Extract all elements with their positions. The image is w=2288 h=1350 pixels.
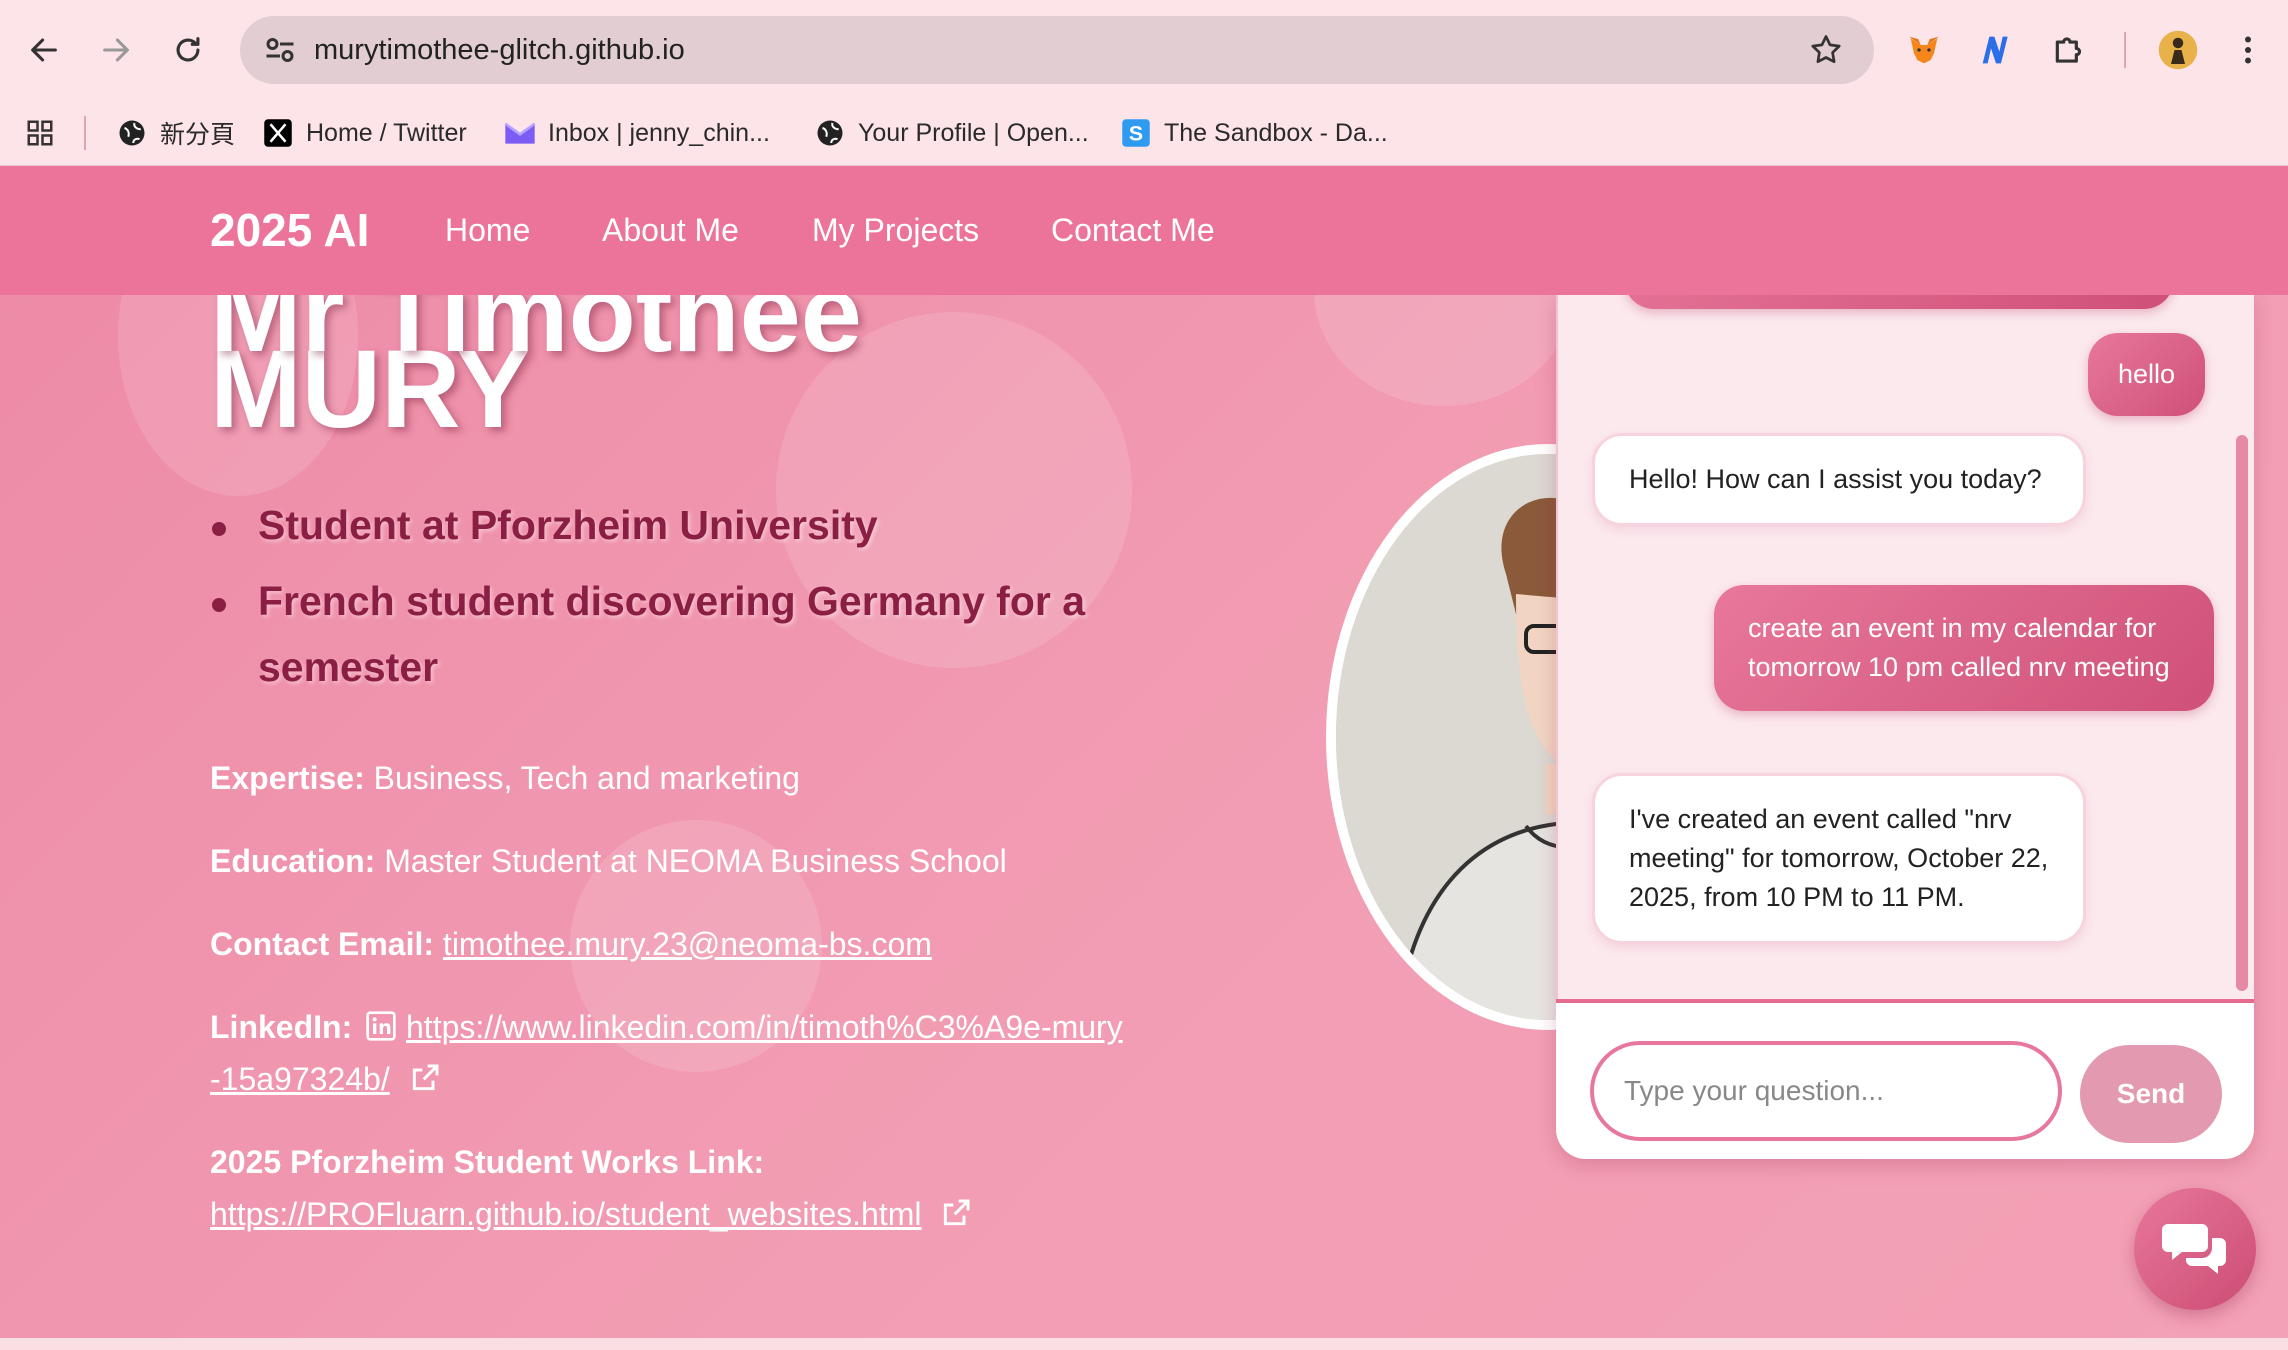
arrow-left-icon bbox=[31, 38, 57, 62]
chat-messages[interactable]: hello Hello! How can I assist you today?… bbox=[1556, 295, 2254, 999]
bookmark-label: Inbox | jenny_chin... bbox=[548, 118, 770, 147]
expertise-row: Expertise: Business, Tech and marketing bbox=[210, 752, 1110, 804]
x-logo-icon bbox=[262, 117, 294, 149]
works-row: 2025 Pforzheim Student Works Link: https… bbox=[210, 1136, 1130, 1240]
nav-my-projects[interactable]: My Projects bbox=[812, 166, 979, 295]
site-header: 2025 AI Home About Me My Projects Contac… bbox=[0, 166, 2288, 295]
external-link-icon[interactable] bbox=[409, 1062, 441, 1094]
chat-toggle-button[interactable] bbox=[2134, 1188, 2256, 1310]
reload-icon bbox=[176, 37, 200, 62]
chat-message-user: hello bbox=[2088, 333, 2206, 416]
works-label: 2025 Pforzheim Student Works Link: bbox=[210, 1144, 765, 1180]
window-bottom-edge bbox=[0, 1338, 2288, 1350]
metamask-icon[interactable] bbox=[1898, 24, 1950, 76]
linkedin-row: LinkedIn: https://www.linkedin.com/in/ti… bbox=[210, 1001, 1130, 1105]
chat-message-bot: Hello! How can I assist you today? bbox=[1592, 433, 2086, 526]
linkedin-label: LinkedIn: bbox=[210, 1009, 353, 1045]
bookmark-star-icon[interactable] bbox=[1808, 32, 1844, 68]
bookmark-item[interactable]: Your Profile | Open... bbox=[814, 100, 1089, 166]
chat-message-user: create an event in my calendar for tomor… bbox=[1714, 585, 2214, 711]
nav-home[interactable]: Home bbox=[445, 166, 530, 295]
puzzle-icon[interactable] bbox=[2044, 24, 2096, 76]
n-extension-icon[interactable] bbox=[1970, 24, 2022, 76]
bullet-item: Student at Pforzheim University bbox=[210, 492, 1140, 558]
browser-toolbar: murytimothee-glitch.github.io bbox=[0, 0, 2288, 100]
education-row: Education: Master Student at NEOMA Busin… bbox=[210, 835, 1110, 887]
globe-icon bbox=[116, 117, 148, 149]
linkedin-icon bbox=[366, 1011, 396, 1041]
expertise-value: Business, Tech and marketing bbox=[373, 760, 800, 796]
site-settings-icon[interactable] bbox=[262, 32, 298, 68]
chat-message-user bbox=[1624, 295, 2174, 309]
hero-bullets: Student at Pforzheim University French s… bbox=[210, 492, 1140, 710]
bookmark-item[interactable]: 新分頁 bbox=[116, 100, 235, 166]
mail-icon bbox=[504, 117, 536, 149]
bookmark-item[interactable]: S The Sandbox - Da... bbox=[1120, 100, 1388, 166]
toolbar-divider bbox=[2124, 32, 2126, 68]
forward-button[interactable] bbox=[86, 20, 146, 80]
profile-avatar[interactable] bbox=[2152, 24, 2204, 76]
arrow-right-icon bbox=[103, 38, 129, 62]
bookmark-label: The Sandbox - Da... bbox=[1164, 118, 1388, 147]
chat-message-bot: I've created an event called "nrv meetin… bbox=[1592, 773, 2086, 944]
svg-text:S: S bbox=[1129, 122, 1143, 146]
apps-grid-icon bbox=[24, 117, 56, 149]
email-label: Contact Email: bbox=[210, 926, 435, 962]
email-row: Contact Email: timothee.mury.23@neoma-bs… bbox=[210, 918, 1110, 970]
web-page: Mr Timothée MURY Student at Pforzheim Un… bbox=[0, 166, 2288, 1338]
bookmark-item[interactable]: Home / Twitter bbox=[262, 100, 467, 166]
bookmark-label: Home / Twitter bbox=[306, 118, 467, 147]
bookmarks-divider bbox=[84, 116, 86, 150]
chat-bubbles-icon bbox=[2162, 1224, 2226, 1274]
education-label: Education: bbox=[210, 843, 376, 879]
site-brand[interactable]: 2025 AI bbox=[210, 166, 369, 295]
bookmark-label: Your Profile | Open... bbox=[858, 118, 1089, 147]
education-value: Master Student at NEOMA Business School bbox=[384, 843, 1007, 879]
chat-divider bbox=[1556, 999, 2254, 1003]
external-link-icon[interactable] bbox=[940, 1197, 972, 1229]
bookmark-item[interactable]: Inbox | jenny_chin... bbox=[504, 100, 770, 166]
back-button[interactable] bbox=[14, 20, 74, 80]
url-text[interactable]: murytimothee-glitch.github.io bbox=[314, 16, 685, 84]
kebab-menu-icon[interactable] bbox=[2222, 24, 2274, 76]
nav-about-me[interactable]: About Me bbox=[602, 166, 739, 295]
apps-button[interactable] bbox=[24, 100, 56, 166]
nav-contact-me[interactable]: Contact Me bbox=[1051, 166, 1215, 295]
reload-button[interactable] bbox=[158, 20, 218, 80]
globe-icon bbox=[814, 117, 846, 149]
expertise-label: Expertise: bbox=[210, 760, 365, 796]
bookmark-label: 新分頁 bbox=[160, 121, 236, 149]
address-bar[interactable]: murytimothee-glitch.github.io bbox=[240, 16, 1874, 84]
chat-panel: hello Hello! How can I assist you today?… bbox=[1556, 295, 2254, 1159]
bookmarks-bar: 新分頁 Home / Twitter Inbox | jenny_chin...… bbox=[0, 100, 2288, 166]
send-button[interactable]: Send bbox=[2080, 1045, 2222, 1143]
bullet-item: French student discovering Germany for a… bbox=[210, 568, 1140, 700]
works-link[interactable]: https://PROFluarn.github.io/student_webs… bbox=[210, 1196, 921, 1232]
chat-question-input[interactable] bbox=[1590, 1041, 2062, 1141]
email-link[interactable]: timothee.mury.23@neoma-bs.com bbox=[443, 926, 932, 962]
sandbox-icon: S bbox=[1120, 117, 1152, 149]
chat-scrollbar[interactable] bbox=[2236, 435, 2248, 991]
